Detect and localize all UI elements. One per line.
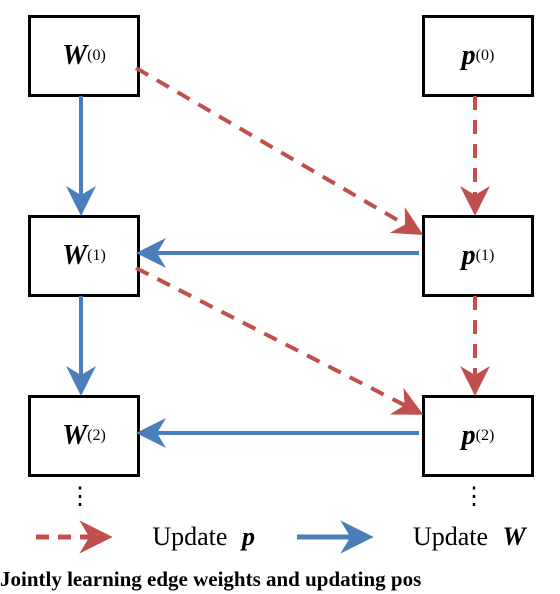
legend-update-p-label: Update p (152, 522, 255, 552)
arrow-layer (0, 0, 560, 594)
legend: Update p Update W (0, 522, 560, 552)
edge-W0-p1 (136, 68, 418, 232)
edge-W1-p2 (136, 268, 418, 412)
legend-solid-icon (295, 525, 373, 549)
legend-update-W-label: Update W (413, 522, 526, 552)
caption: Jointly learning edge weights and updati… (0, 567, 560, 592)
legend-dashed-icon (34, 525, 112, 549)
diagram-stage: W(0) p(0) W(1) p(1) W(2) p(2) ⋮ ⋮ (0, 0, 560, 594)
